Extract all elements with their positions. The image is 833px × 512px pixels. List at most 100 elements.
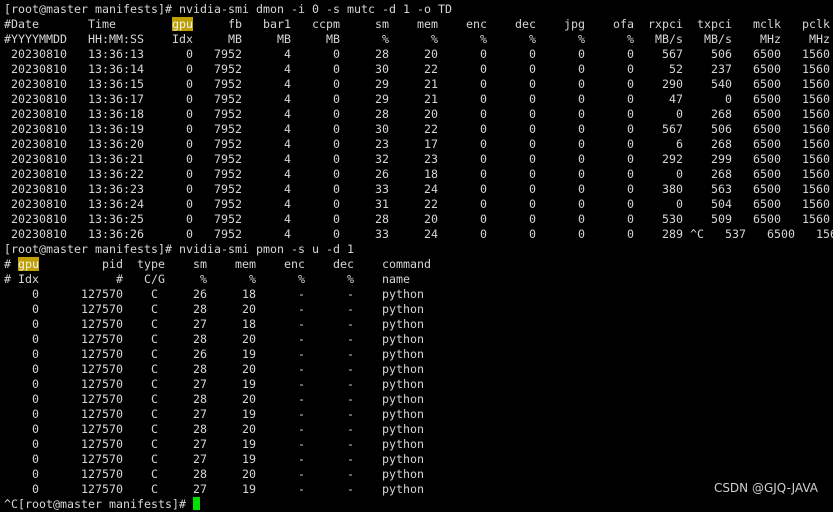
col-date: 20230810	[11, 137, 67, 151]
col-ccpm: 0	[333, 47, 340, 61]
comment-mark: #	[4, 272, 11, 286]
col-fb: 7952	[214, 122, 242, 136]
col-dec: 0	[529, 77, 536, 91]
col-ofa: 0	[627, 137, 634, 151]
col-sm: 31	[375, 197, 389, 211]
col-mem: 18	[424, 167, 438, 181]
col-pclk: 1560	[802, 197, 830, 211]
col-sm: 26	[193, 287, 207, 301]
col-command: python	[382, 287, 424, 301]
col-type: C	[151, 482, 158, 496]
dmon-header: #Date Time gpu fb bar1 ccpm sm mem enc d…	[4, 17, 833, 32]
col-enc: -	[298, 422, 305, 436]
col-mem: 20	[424, 212, 438, 226]
col-txpci: MB/s	[704, 32, 732, 46]
col-mem: 19	[242, 482, 256, 496]
col-sm: %	[200, 272, 207, 286]
col-gpu: 0	[32, 377, 39, 391]
col-pid: 127570	[81, 437, 123, 451]
col-mem: 17	[424, 137, 438, 151]
col-dec: -	[347, 392, 354, 406]
col-type: C	[151, 302, 158, 316]
col-enc: 0	[480, 227, 487, 241]
col-mem: mem	[417, 17, 438, 31]
col-ofa: 0	[627, 152, 634, 166]
col-txpci: 506	[711, 122, 732, 136]
col-txpci: txpci	[697, 17, 732, 31]
col-mem: 20	[242, 332, 256, 346]
col-bar1: 4	[284, 122, 291, 136]
col-pid: #	[116, 272, 123, 286]
col-gpu: 0	[32, 287, 39, 301]
col-gpu: 0	[32, 467, 39, 481]
col-enc: -	[298, 347, 305, 361]
pmon-row: 0 127570 C 28 20 - - python	[4, 362, 833, 377]
pmon-row: 0 127570 C 28 20 - - python	[4, 302, 833, 317]
col-gpu: 0	[32, 347, 39, 361]
col-sm: 28	[193, 467, 207, 481]
col-date: 20230810	[11, 77, 67, 91]
col-pclk: 1560	[802, 167, 830, 181]
col-sm: 27	[193, 452, 207, 466]
col-enc: -	[298, 437, 305, 451]
col-enc: %	[480, 32, 487, 46]
col-type: C	[151, 287, 158, 301]
col-time: 13:36:22	[88, 167, 144, 181]
col-mem: 22	[424, 62, 438, 76]
col-command: python	[382, 437, 424, 451]
col-mclk: 6500	[753, 107, 781, 121]
col-fb: 7952	[214, 167, 242, 181]
col-ccpm: 0	[333, 77, 340, 91]
col-rxpci: 0	[676, 197, 683, 211]
col-sm: 30	[375, 122, 389, 136]
pmon-row: 0 127570 C 28 20 - - python	[4, 392, 833, 407]
cursor	[192, 497, 200, 510]
col-date: 20230810	[11, 212, 67, 226]
col-type: C	[151, 467, 158, 481]
col-sm: %	[382, 32, 389, 46]
col-pclk: 1560	[802, 47, 830, 61]
col-sm: 33	[375, 182, 389, 196]
col-fb: 7952	[214, 152, 242, 166]
col-sm: 27	[193, 407, 207, 421]
col-bar1: 4	[284, 62, 291, 76]
col-mem: 21	[424, 77, 438, 91]
col-rxpci: 380	[662, 182, 683, 196]
col-dec: 0	[529, 167, 536, 181]
pmon-row: 0 127570 C 27 19 - - python	[4, 377, 833, 392]
col-sm: 26	[375, 167, 389, 181]
col-sm: 27	[193, 317, 207, 331]
col-dec: 0	[529, 107, 536, 121]
col-sm: 32	[375, 152, 389, 166]
col-bar1: 4	[284, 212, 291, 226]
col-date: #Date	[4, 17, 39, 31]
col-sm: 29	[375, 77, 389, 91]
col-jpg: 0	[578, 212, 585, 226]
col-dec: -	[347, 287, 354, 301]
col-type: type	[137, 257, 165, 271]
col-date: 20230810	[11, 197, 67, 211]
col-enc: -	[298, 362, 305, 376]
col-command: python	[382, 422, 424, 436]
col-fb: 7952	[214, 77, 242, 91]
col-date: 20230810	[11, 182, 67, 196]
col-pclk: 1560	[802, 122, 830, 136]
col-pid: 127570	[81, 392, 123, 406]
col-command: python	[382, 407, 424, 421]
col-jpg: jpg	[564, 17, 585, 31]
col-pid: 127570	[81, 467, 123, 481]
col-jpg: 0	[578, 77, 585, 91]
col-time: HH:MM:SS	[88, 32, 144, 46]
col-jpg: 0	[578, 182, 585, 196]
col-dec: 0	[529, 62, 536, 76]
col-date: 20230810	[11, 62, 67, 76]
col-gpu: 0	[186, 47, 193, 61]
dmon-row: 20230810 13:36:20 0 7952 4 0 23 17 0 0 0…	[4, 137, 833, 152]
dmon-row: 20230810 13:36:17 0 7952 4 0 29 21 0 0 0…	[4, 92, 833, 107]
col-mclk: 6500	[753, 62, 781, 76]
col-rxpci: rxpci	[648, 17, 683, 31]
col-dec: -	[347, 422, 354, 436]
col-sm: 30	[375, 62, 389, 76]
terminal-output[interactable]: [root@master manifests]# nvidia-smi dmon…	[4, 2, 833, 512]
col-command: python	[382, 467, 424, 481]
